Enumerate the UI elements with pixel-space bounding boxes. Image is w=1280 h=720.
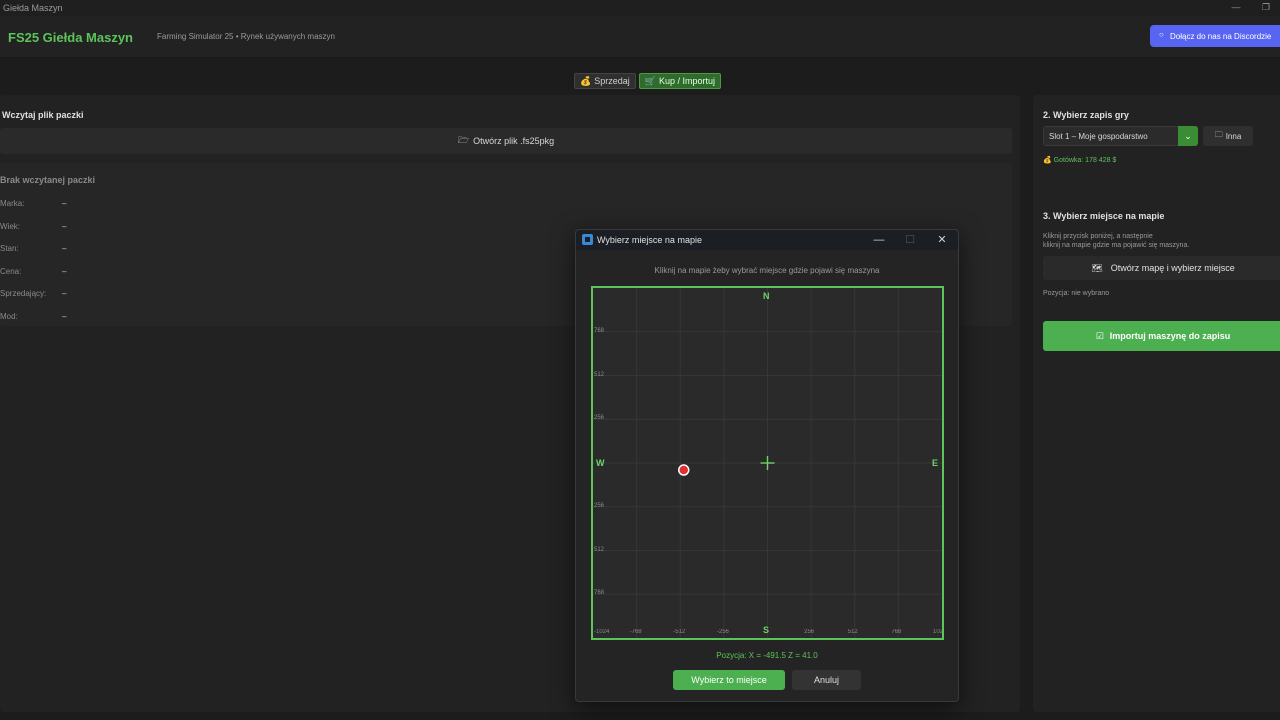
field-age-value: – (62, 222, 67, 231)
map-grid (593, 288, 942, 638)
dialog-minimize-button[interactable]: — (868, 232, 890, 248)
cart-icon: 🛒 (644, 75, 656, 86)
y-tick-label: 768 (594, 327, 605, 334)
field-condition-value: – (62, 244, 67, 253)
map-hint: Kliknij przycisk poniżej, a następnie kl… (1043, 232, 1189, 250)
cash-balance-label: Gotówka: 178 428 $ (1053, 157, 1117, 164)
map-hint-line1: Kliknij przycisk poniżej, a następnie (1043, 233, 1153, 240)
folder-icon: 🗀 (1214, 130, 1223, 139)
app-brand: FS25 Giełda Maszyn (8, 30, 133, 45)
tab-buy-import[interactable]: 🛒 Kup / Importuj (638, 73, 721, 89)
x-tick-label: -256 (716, 629, 729, 635)
y-tick-label: 256 (594, 502, 605, 509)
window-minimize-button[interactable]: — (1226, 0, 1246, 14)
map-icon: 🗺 (1091, 262, 1103, 273)
checkbox-icon: ☑ (1095, 330, 1104, 341)
app-icon (582, 234, 593, 245)
cash-balance: 💰 Gotówka: 178 428 $ (1043, 156, 1116, 164)
open-file-label: Otwórz plik .fs25pkg (473, 136, 555, 146)
other-save-label: Inna (1225, 131, 1242, 141)
window-title: Giełda Maszyn (3, 3, 63, 13)
field-mod: Mod: – (0, 312, 66, 321)
open-map-button[interactable]: 🗺 Otwórz mapę i wybierz miejsce (1043, 256, 1280, 280)
chat-bubble-icon: ○ (1159, 30, 1164, 39)
selected-position-status: Pozycja: nie wybrano (1043, 290, 1110, 297)
field-condition: Stan: – (0, 244, 66, 253)
field-age: Wiek: – (0, 222, 66, 231)
import-panel: 2. Wybierz zapis gry Slot 1 – Moje gospo… (1033, 95, 1280, 712)
tab-sell-label: Sprzedaj (594, 76, 630, 86)
save-heading: 2. Wybierz zapis gry (1043, 110, 1129, 120)
field-brand-label: Marka: (0, 199, 25, 208)
app-subtitle: Farming Simulator 25 • Rynek używanych m… (157, 32, 335, 41)
window-titlebar: Giełda Maszyn — ❐ (0, 0, 1280, 16)
money-icon: 💰 (1043, 157, 1052, 164)
import-machine-label: Importuj maszynę do zapisu (1109, 331, 1231, 341)
dialog-close-button[interactable]: ✕ (931, 232, 953, 248)
y-tick-label: 768 (594, 590, 605, 597)
package-details-title: Brak wczytanej paczki (0, 175, 96, 185)
dialog-title: Wybierz miejsce na mapie (597, 235, 702, 245)
y-tick-label: 512 (594, 546, 605, 553)
field-brand: Marka: – (0, 199, 66, 208)
map-hint-line2: kliknij na mapie gdzie ma pojawić się ma… (1043, 242, 1190, 249)
x-tick-label: -512 (673, 629, 686, 635)
location-marker[interactable] (677, 464, 690, 476)
pick-location-button[interactable]: Wybierz to miejsce (673, 670, 785, 690)
x-tick-label: -768 (629, 629, 642, 635)
x-tick-label: -1024 (594, 629, 610, 635)
field-mod-value: – (62, 312, 67, 321)
tab-buy-import-label: Kup / Importuj (658, 76, 715, 86)
field-mod-label: Mod: (0, 312, 18, 321)
x-tick-label: 256 (804, 629, 815, 635)
money-bag-icon: 💰 (580, 75, 592, 86)
discord-button-label: Dołącz do nas na Discordzie (1170, 31, 1272, 41)
field-age-label: Wiek: (0, 222, 20, 231)
cancel-button[interactable]: Anuluj (792, 670, 861, 690)
open-map-label: Otwórz mapę i wybierz miejsce (1110, 263, 1235, 273)
x-tick-label: 512 (847, 629, 858, 635)
window-restore-button[interactable]: ❐ (1256, 0, 1276, 14)
compass-south: S (763, 625, 770, 635)
map-canvas[interactable]: N S W E -1024 -768 -512 -256 256 512 768 1024 76… (591, 286, 944, 640)
discord-button[interactable]: ○ Dołącz do nas na Discordzie (1150, 25, 1280, 47)
compass-north: N (763, 291, 770, 301)
save-slot-select[interactable]: Slot 1 – Moje gospodarstwo ⌄ (1043, 126, 1198, 146)
chevron-down-icon[interactable]: ⌄ (1178, 126, 1198, 146)
x-tick-label: 1024 (933, 629, 942, 635)
other-save-button[interactable]: 🗀 Inna (1203, 126, 1253, 146)
app-header: FS25 Giełda Maszyn Farming Simulator 25 … (0, 16, 1280, 58)
field-seller-label: Sprzedający: (0, 289, 47, 298)
field-condition-label: Stan: (0, 244, 19, 253)
compass-west: W (596, 458, 605, 468)
package-heading: Wczytaj plik paczki (2, 110, 84, 120)
x-tick-label: 768 (891, 629, 902, 635)
map-instruction: Kliknij na mapie żeby wybrać miejsce gdz… (654, 266, 880, 275)
compass-east: E (932, 458, 939, 468)
folder-icon: 🗁 (457, 135, 470, 145)
field-seller: Sprzedający: – (0, 289, 66, 298)
tab-sell[interactable]: 💰 Sprzedaj (574, 73, 636, 89)
field-brand-value: – (62, 199, 67, 208)
field-price-label: Cena: (0, 267, 22, 276)
open-file-button[interactable]: 🗁 Otwórz plik .fs25pkg (0, 128, 1012, 154)
main-tabs: 💰 Sprzedaj 🛒 Kup / Importuj (574, 73, 721, 89)
map-heading: 3. Wybierz miejsce na mapie (1043, 211, 1165, 221)
map-picker-dialog: Wybierz miejsce na mapie — ☐ ✕ Kliknij n… (575, 229, 959, 702)
import-machine-button[interactable]: ☑ Importuj maszynę do zapisu (1043, 321, 1280, 351)
save-slot-value: Slot 1 – Moje gospodarstwo (1049, 131, 1148, 141)
field-price-value: – (62, 267, 67, 276)
y-tick-label: 512 (594, 371, 605, 378)
field-seller-value: – (62, 289, 67, 298)
dialog-maximize-button[interactable]: ☐ (899, 232, 921, 248)
y-tick-label: 256 (594, 415, 605, 422)
field-price: Cena: – (0, 267, 66, 276)
dialog-position-readout: Pozycja: X = -491.5 Z = 41.0 (716, 651, 818, 660)
dialog-titlebar: Wybierz miejsce na mapie — ☐ ✕ (576, 230, 958, 250)
